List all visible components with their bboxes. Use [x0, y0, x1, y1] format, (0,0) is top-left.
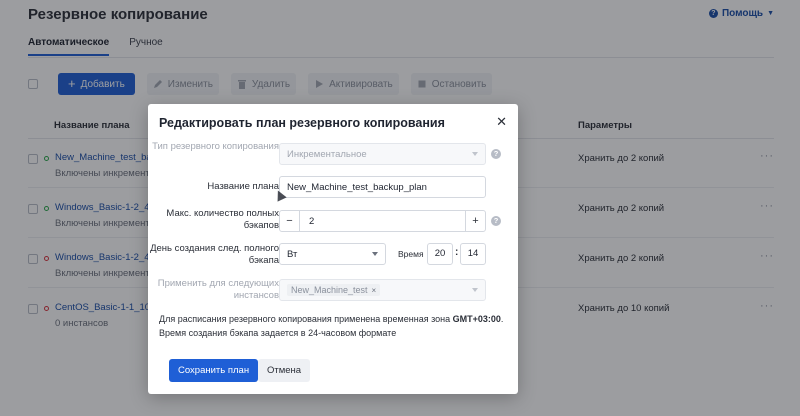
- chevron-down-icon: [472, 152, 478, 156]
- backup-type-label: Тип резервного копирования: [152, 141, 279, 152]
- day-select[interactable]: Вт: [279, 243, 386, 265]
- apply-label: Применить для следующих инстансов: [157, 278, 279, 301]
- hour-input[interactable]: 20: [427, 243, 453, 265]
- edit-plan-dialog: Редактировать план резервного копировани…: [148, 104, 518, 394]
- backup-type-select: Инкрементальное: [279, 143, 486, 165]
- instance-chip-label: New_Machine_test: [291, 285, 368, 295]
- note-prefix: Для расписания резервного копирования пр…: [159, 314, 453, 324]
- chevron-down-icon: [372, 252, 378, 256]
- plan-name-value: New_Machine_test_backup_plan: [287, 181, 427, 193]
- info-icon[interactable]: ?: [491, 216, 501, 226]
- remove-chip-icon: ×: [371, 285, 377, 295]
- instances-select: New_Machine_test ×: [279, 279, 486, 301]
- day-value: Вт: [287, 248, 298, 260]
- note-suffix: .: [500, 314, 504, 324]
- plan-name-input[interactable]: New_Machine_test_backup_plan: [279, 176, 486, 198]
- day-label: День создания след. полного бэкапа: [150, 243, 279, 266]
- timezone-note: Для расписания резервного копирования пр…: [159, 312, 509, 340]
- time-label: Время: [398, 249, 424, 259]
- max-full-label: Макс. количество полных бэкапов: [166, 208, 279, 231]
- timezone-value: GMT+03:00: [452, 314, 501, 324]
- save-plan-button[interactable]: Сохранить план: [169, 359, 259, 382]
- cancel-button[interactable]: Отмена: [258, 359, 311, 382]
- chevron-down-icon: [472, 288, 478, 292]
- info-icon[interactable]: ?: [491, 149, 501, 159]
- decrement-button[interactable]: −: [280, 211, 300, 231]
- instance-chip: New_Machine_test ×: [287, 284, 381, 296]
- max-full-stepper[interactable]: − 2 +: [279, 210, 486, 232]
- note-line2: Время создания бэкапа задается в 24-часо…: [159, 328, 397, 338]
- time-separator: :: [455, 247, 459, 258]
- max-full-value[interactable]: 2: [309, 216, 314, 227]
- increment-button[interactable]: +: [465, 211, 485, 231]
- close-icon[interactable]: ✕: [496, 114, 507, 130]
- plan-name-label: Название плана: [207, 181, 279, 192]
- backup-type-value: Инкрементальное: [287, 148, 367, 160]
- dialog-title: Редактировать план резервного копировани…: [159, 116, 445, 130]
- minute-input[interactable]: 14: [460, 243, 486, 265]
